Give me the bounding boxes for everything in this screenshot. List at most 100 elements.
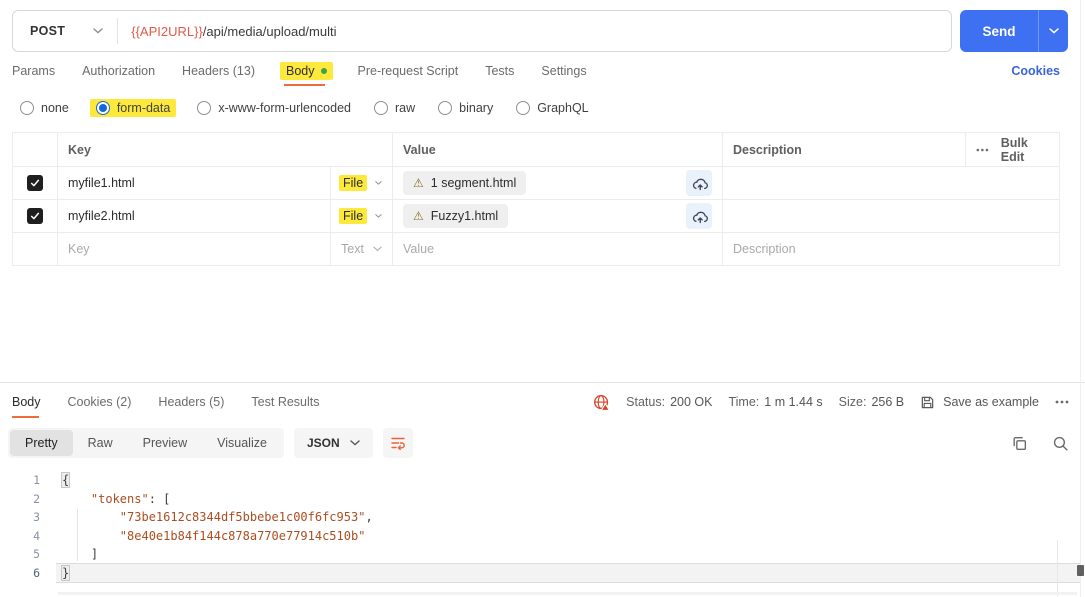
header-select-cell bbox=[13, 133, 58, 166]
upload-file-button[interactable] bbox=[686, 203, 712, 229]
description-cell[interactable]: Description bbox=[723, 233, 1060, 265]
check-icon bbox=[29, 177, 41, 189]
url-variable: {{API2URL}} bbox=[131, 24, 203, 39]
time-value: 1 m 1.44 s bbox=[764, 395, 822, 409]
response-tab-body[interactable]: Body bbox=[12, 395, 41, 409]
json-key-tokens: "tokens" bbox=[91, 492, 149, 506]
file-chip[interactable]: ⚠ Fuzzy1.html bbox=[403, 204, 508, 228]
view-raw[interactable]: Raw bbox=[73, 430, 128, 456]
row-select-cell bbox=[13, 233, 58, 265]
row-select-cell bbox=[13, 200, 58, 232]
url-path: /api/media/upload/multi bbox=[203, 24, 337, 39]
description-cell[interactable] bbox=[723, 200, 1060, 232]
tab-pre-request-script[interactable]: Pre-request Script bbox=[358, 64, 459, 78]
save-icon bbox=[920, 395, 935, 410]
wrap-lines-button[interactable] bbox=[383, 428, 413, 458]
time-label: Time: bbox=[728, 395, 759, 409]
tab-settings[interactable]: Settings bbox=[541, 64, 586, 78]
page-scrollbar-track bbox=[1080, 0, 1081, 597]
type-dropdown[interactable]: Text bbox=[341, 242, 382, 256]
language-dropdown[interactable]: JSON bbox=[294, 428, 373, 458]
tab-headers[interactable]: Headers (13) bbox=[182, 64, 255, 78]
key-cell[interactable]: Key bbox=[58, 233, 331, 265]
mode-raw[interactable]: raw bbox=[374, 101, 415, 115]
json-line: 2 "tokens": [ bbox=[0, 490, 1085, 509]
tab-authorization[interactable]: Authorization bbox=[82, 64, 155, 78]
json-line: 5 ] bbox=[0, 545, 1085, 564]
chevron-down-icon bbox=[375, 180, 382, 186]
header-description: Description bbox=[723, 133, 966, 166]
search-response-button[interactable] bbox=[1052, 435, 1069, 452]
more-options-icon[interactable] bbox=[1055, 400, 1069, 404]
save-as-example-button[interactable]: Save as example bbox=[920, 395, 1039, 410]
file-chip[interactable]: ⚠ 1 segment.html bbox=[403, 171, 526, 195]
search-icon bbox=[1052, 435, 1069, 452]
view-preview[interactable]: Preview bbox=[128, 430, 202, 456]
status-label: Status: bbox=[626, 395, 665, 409]
chevron-down-icon bbox=[373, 246, 382, 252]
tab-body-label: Body bbox=[286, 64, 315, 78]
tab-params[interactable]: Params bbox=[12, 64, 55, 78]
response-tab-cookies[interactable]: Cookies (2) bbox=[68, 395, 132, 409]
warning-icon: ⚠ bbox=[413, 177, 424, 189]
check-icon bbox=[29, 210, 41, 222]
mode-graphql[interactable]: GraphQL bbox=[516, 101, 588, 115]
bulk-edit-button[interactable]: Bulk Edit bbox=[1001, 136, 1050, 164]
json-punct: : [ bbox=[149, 492, 171, 506]
mode-none[interactable]: none bbox=[20, 101, 69, 115]
method-label: POST bbox=[30, 24, 65, 38]
copy-icon bbox=[1011, 435, 1028, 452]
form-data-table: Key Value Description Bulk Edit myfile1.… bbox=[12, 132, 1060, 266]
description-placeholder: Description bbox=[733, 242, 796, 256]
key-cell[interactable]: myfile2.html bbox=[58, 200, 331, 232]
network-warning-icon[interactable] bbox=[593, 394, 610, 411]
table-row: myfile1.html File ⚠ 1 segment.html bbox=[13, 166, 1059, 199]
warning-icon: ⚠ bbox=[413, 210, 424, 222]
response-tabs: Body Cookies (2) Headers (5) Test Result… bbox=[12, 395, 320, 409]
method-selector[interactable]: POST bbox=[13, 24, 117, 38]
description-cell[interactable] bbox=[723, 167, 1060, 199]
scrollbar-thumb[interactable] bbox=[1077, 565, 1084, 576]
time-badge: Time: 1 m 1.44 s bbox=[728, 395, 822, 409]
row-checkbox-checked[interactable] bbox=[27, 208, 43, 224]
body-mode-row: none form-data x-www-form-urlencoded raw… bbox=[0, 90, 1085, 120]
view-visualize[interactable]: Visualize bbox=[202, 430, 282, 456]
row-checkbox-checked[interactable] bbox=[27, 175, 43, 191]
type-dropdown[interactable]: File bbox=[341, 175, 382, 191]
upload-file-button[interactable] bbox=[686, 170, 712, 196]
value-cell[interactable]: Value bbox=[393, 233, 723, 265]
size-label: Size: bbox=[839, 395, 867, 409]
type-dropdown[interactable]: File bbox=[341, 208, 382, 224]
type-cell: File bbox=[331, 200, 393, 232]
postman-request-view: POST {{API2URL}}/api/media/upload/multi … bbox=[0, 0, 1085, 597]
tab-tests[interactable]: Tests bbox=[485, 64, 514, 78]
cookies-link[interactable]: Cookies bbox=[1011, 64, 1060, 78]
tab-body[interactable]: Body bbox=[282, 64, 331, 78]
language-label: JSON bbox=[307, 436, 340, 450]
copy-response-button[interactable] bbox=[1011, 435, 1028, 452]
cloud-upload-icon bbox=[691, 208, 708, 225]
response-body-editor[interactable]: 1 { 2 "tokens": [ 3 "73be1612c8344df5bbe… bbox=[0, 467, 1085, 582]
view-pretty[interactable]: Pretty bbox=[10, 430, 73, 456]
response-tab-test-results[interactable]: Test Results bbox=[251, 395, 319, 409]
more-options-icon[interactable] bbox=[976, 148, 989, 152]
send-options-button[interactable] bbox=[1038, 10, 1068, 52]
radio-icon bbox=[516, 101, 530, 115]
key-cell[interactable]: myfile1.html bbox=[58, 167, 331, 199]
radio-icon bbox=[197, 101, 211, 115]
mode-x-www-form-urlencoded[interactable]: x-www-form-urlencoded bbox=[197, 101, 351, 115]
send-button[interactable]: Send bbox=[960, 10, 1038, 52]
line-number: 6 bbox=[0, 566, 40, 580]
mode-form-data[interactable]: form-data bbox=[90, 99, 177, 117]
type-label: Text bbox=[341, 242, 364, 256]
line-number: 1 bbox=[0, 473, 40, 487]
mode-graphql-label: GraphQL bbox=[537, 101, 588, 115]
url-input[interactable]: {{API2URL}}/api/media/upload/multi bbox=[118, 24, 951, 39]
request-url-row: POST {{API2URL}}/api/media/upload/multi … bbox=[0, 0, 1085, 52]
save-as-example-label: Save as example bbox=[943, 395, 1039, 409]
chevron-down-icon bbox=[1049, 28, 1059, 34]
horizontal-scrollbar-track[interactable] bbox=[58, 592, 1077, 595]
response-tab-headers[interactable]: Headers (5) bbox=[158, 395, 224, 409]
send-split-button: Send bbox=[960, 10, 1068, 52]
mode-binary[interactable]: binary bbox=[438, 101, 493, 115]
